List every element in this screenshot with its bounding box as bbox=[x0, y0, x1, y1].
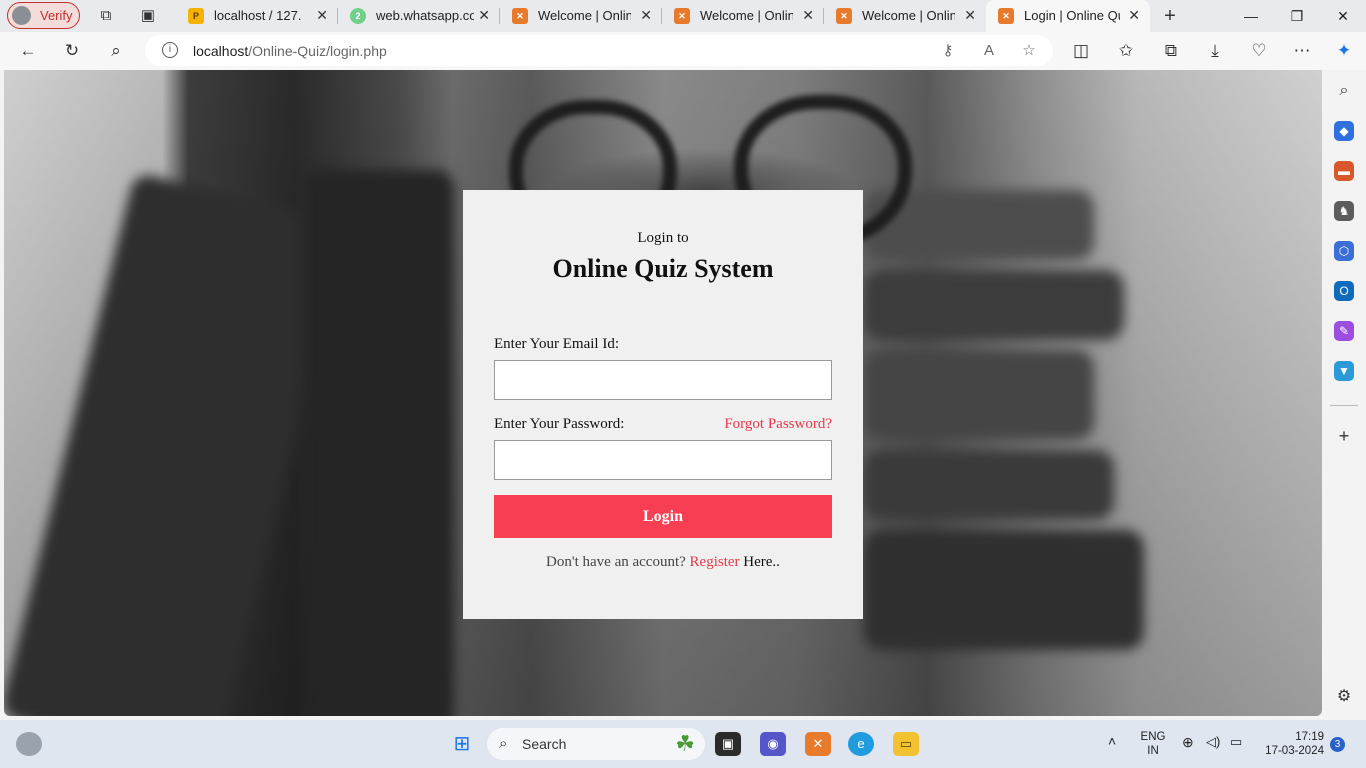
favorite-star-icon[interactable]: ☆ bbox=[1020, 42, 1038, 60]
background-book bbox=[864, 350, 1094, 440]
minimize-button[interactable]: — bbox=[1228, 0, 1274, 32]
start-menu-icon[interactable]: ⊞ bbox=[449, 732, 475, 756]
background-book bbox=[304, 170, 454, 716]
split-screen-icon[interactable]: ◫ bbox=[1070, 41, 1092, 61]
xampp-icon: ✕ bbox=[674, 8, 690, 24]
show-hidden-icons-icon[interactable]: ˄ bbox=[1108, 734, 1116, 748]
password-label: Enter Your Password: bbox=[494, 416, 625, 432]
workspaces-icon[interactable]: ⧉ bbox=[96, 6, 116, 26]
close-icon[interactable]: ✕ bbox=[478, 7, 490, 24]
drop-icon[interactable]: ▼ bbox=[1334, 361, 1354, 381]
taskbar: ⊞ ⌕ Search ☘ ▣ ◉ ✕ e ▭ ˄ ENG IN ⊕ ◁) ▭ 1… bbox=[0, 720, 1366, 768]
close-icon[interactable]: ✕ bbox=[316, 7, 328, 24]
search-icon[interactable]: ⌕ bbox=[105, 41, 127, 61]
background-book bbox=[864, 270, 1124, 340]
avatar bbox=[12, 6, 31, 25]
favorites-icon[interactable]: ✩ bbox=[1115, 41, 1137, 61]
background-book bbox=[864, 530, 1144, 650]
close-icon[interactable]: ✕ bbox=[1128, 7, 1140, 24]
tab-welcome-2[interactable]: ✕ Welcome | Online Quiz ✕ bbox=[662, 0, 824, 32]
page-title: Online Quiz System bbox=[552, 254, 774, 283]
tab-phpmyadmin[interactable]: P localhost / 127.0.0.1 ✕ bbox=[176, 0, 338, 32]
profile-label: Verify bbox=[40, 8, 73, 23]
read-aloud-icon[interactable]: A bbox=[980, 42, 998, 60]
battery-icon[interactable]: ▭ bbox=[1230, 735, 1242, 749]
whatsapp-icon: 2 bbox=[350, 8, 366, 24]
key-icon[interactable]: ⚷ bbox=[939, 42, 957, 60]
background-book bbox=[4, 171, 349, 716]
notification-badge[interactable]: 3 bbox=[1330, 737, 1345, 752]
tab-welcome-1[interactable]: ✕ Welcome | Online Quiz ✕ bbox=[500, 0, 662, 32]
register-link[interactable]: Register bbox=[690, 554, 740, 570]
restore-button[interactable]: ❐ bbox=[1274, 0, 1320, 32]
downloads-icon[interactable]: ⤓ bbox=[1204, 41, 1226, 61]
forgot-password-link[interactable]: Forgot Password? bbox=[724, 416, 832, 433]
tools-icon[interactable]: ▬ bbox=[1334, 161, 1354, 181]
volume-icon[interactable]: ◁) bbox=[1206, 735, 1220, 749]
language-indicator[interactable]: ENG IN bbox=[1140, 730, 1166, 758]
url-text[interactable]: localhost/Online-Quiz/login.php bbox=[193, 43, 387, 59]
outlook-icon[interactable]: O bbox=[1334, 281, 1354, 301]
search-icon: ⌕ bbox=[499, 735, 508, 752]
login-pretitle: Login to bbox=[637, 230, 689, 246]
games-icon[interactable]: ♞ bbox=[1334, 201, 1354, 221]
weather-icon[interactable] bbox=[16, 732, 42, 756]
login-card: Login to Online Quiz System Enter Your E… bbox=[463, 190, 863, 619]
edge-browser-icon[interactable]: e bbox=[848, 732, 874, 756]
microsoft-365-icon[interactable]: ⬡ bbox=[1334, 241, 1354, 261]
address-bar[interactable]: i localhost/Online-Quiz/login.php ⚷ A ☆ bbox=[145, 35, 1053, 66]
copilot-icon[interactable]: ✦ bbox=[1333, 41, 1355, 61]
xampp-icon: ✕ bbox=[998, 8, 1014, 24]
search-highlight-icon: ☘ bbox=[675, 731, 695, 756]
register-prompt: Don't have an account? Register Here.. bbox=[546, 554, 780, 570]
close-icon[interactable]: ✕ bbox=[964, 7, 976, 24]
xampp-icon: ✕ bbox=[836, 8, 852, 24]
browser-essentials-icon[interactable]: ♡ bbox=[1248, 41, 1270, 61]
new-tab-button[interactable]: + bbox=[1160, 6, 1180, 26]
phpmyadmin-icon: P bbox=[188, 8, 204, 24]
edge-sidebar: ⌕ ◆ ▬ ♞ ⬡ O ✎ ▼ + ⚙ bbox=[1322, 70, 1366, 716]
tab-actions-icon[interactable]: ▣ bbox=[138, 6, 158, 26]
background-book bbox=[864, 450, 1114, 520]
settings-gear-icon[interactable]: ⚙ bbox=[1334, 687, 1354, 707]
page-viewport: Login to Online Quiz System Enter Your E… bbox=[4, 70, 1322, 716]
tab-bar: Verify ⧉ ▣ P localhost / 127.0.0.1 ✕ 2 w… bbox=[0, 0, 1366, 32]
file-explorer-icon[interactable]: ▭ bbox=[893, 732, 919, 756]
xampp-icon: ✕ bbox=[512, 8, 528, 24]
login-button[interactable]: Login bbox=[494, 495, 832, 538]
site-info-icon[interactable]: i bbox=[162, 42, 178, 58]
add-icon[interactable]: + bbox=[1334, 426, 1354, 446]
refresh-icon[interactable]: ↻ bbox=[61, 41, 83, 61]
tab-welcome-3[interactable]: ✕ Welcome | Online Quiz ✕ bbox=[824, 0, 986, 32]
xampp-icon[interactable]: ✕ bbox=[805, 732, 831, 756]
task-view-icon[interactable]: ▣ bbox=[715, 732, 741, 756]
clock[interactable]: 17:19 17-03-2024 bbox=[1260, 730, 1324, 758]
close-icon[interactable]: ✕ bbox=[802, 7, 814, 24]
taskbar-search[interactable]: ⌕ Search ☘ bbox=[487, 728, 705, 760]
tab-whatsapp[interactable]: 2 web.whatsapp.com ✕ bbox=[338, 0, 500, 32]
close-window-button[interactable]: ✕ bbox=[1320, 0, 1366, 32]
network-icon[interactable]: ⊕ bbox=[1182, 735, 1194, 749]
teams-chat-icon[interactable]: ◉ bbox=[760, 732, 786, 756]
shopping-icon[interactable]: ◆ bbox=[1334, 121, 1354, 141]
profile-button[interactable]: Verify bbox=[7, 2, 80, 29]
navigation-bar: ← ↻ ⌕ i localhost/Online-Quiz/login.php … bbox=[0, 32, 1366, 70]
email-label: Enter Your Email Id: bbox=[494, 336, 619, 352]
designer-icon[interactable]: ✎ bbox=[1334, 321, 1354, 341]
back-icon[interactable]: ← bbox=[17, 41, 39, 61]
more-menu-icon[interactable]: ⋯ bbox=[1291, 41, 1313, 61]
collections-icon[interactable]: ⧉ bbox=[1160, 41, 1182, 61]
close-icon[interactable]: ✕ bbox=[640, 7, 652, 24]
search-icon[interactable]: ⌕ bbox=[1334, 81, 1354, 101]
tab-login[interactable]: ✕ Login | Online Quiz ✕ bbox=[986, 0, 1150, 32]
password-field[interactable] bbox=[494, 440, 832, 480]
email-field[interactable] bbox=[494, 360, 832, 400]
